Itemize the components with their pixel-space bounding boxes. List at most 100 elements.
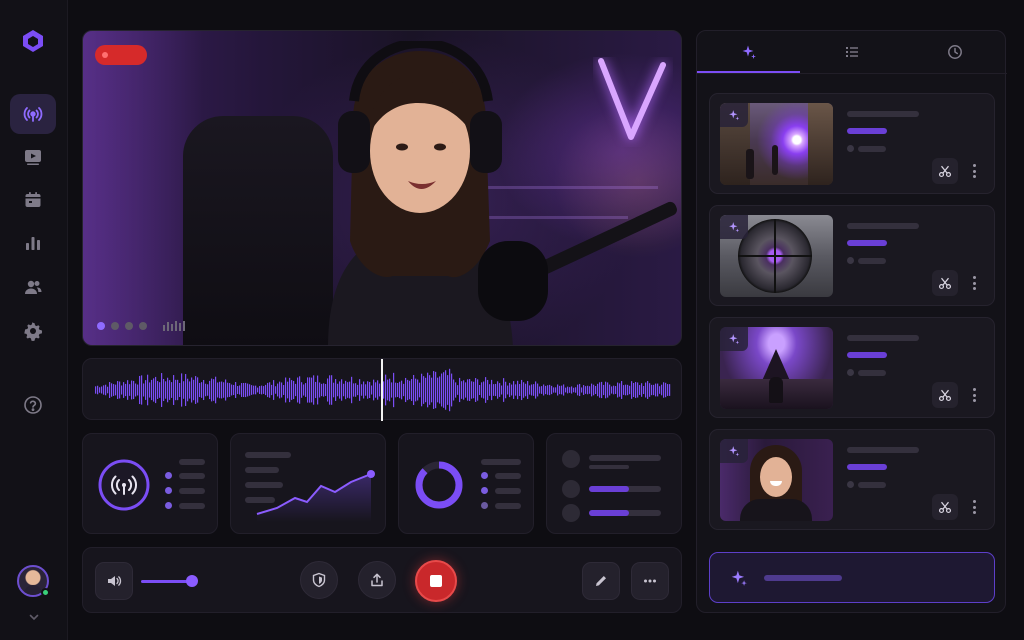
waveform-bar	[517, 380, 519, 400]
generate-highlights-button[interactable]	[709, 552, 995, 603]
waveform-bar	[573, 387, 575, 393]
waveform-bar	[283, 385, 285, 395]
waveform-bar	[449, 368, 451, 412]
scene-switcher	[97, 321, 185, 331]
tab-history[interactable]	[903, 31, 1006, 73]
scene-dot[interactable]	[111, 322, 119, 330]
clip-thumbnail-sniper-scope[interactable]	[720, 215, 833, 297]
waveform-bar	[605, 381, 607, 399]
clip-thumbnail-dark-castle[interactable]	[720, 327, 833, 409]
waveform-bar	[97, 385, 99, 395]
waveform-bar	[645, 382, 647, 398]
volume-slider-knob[interactable]	[186, 575, 198, 587]
ai-badge	[720, 215, 748, 239]
waveform-bar	[621, 381, 623, 399]
viewer-trend-card[interactable]	[230, 433, 386, 534]
clip-more-menu-button[interactable]	[972, 500, 976, 514]
microphone-image	[478, 241, 548, 321]
app-logo-icon[interactable]	[20, 28, 46, 54]
trim-clip-button[interactable]	[932, 494, 958, 520]
clip-more-menu-button[interactable]	[972, 164, 976, 178]
legend-dot	[165, 502, 172, 509]
moderation-button[interactable]	[300, 561, 338, 599]
thumb-figure	[746, 149, 754, 179]
stop-stream-button[interactable]	[415, 560, 457, 602]
clip-thumbnail-magic-blast[interactable]	[720, 103, 833, 185]
clip-thumbnail-streamer-reaction[interactable]	[720, 439, 833, 521]
waveform-bar	[451, 373, 453, 407]
waveform-bar	[111, 383, 113, 397]
scene-dot[interactable]	[97, 322, 105, 330]
waveform-bar	[357, 384, 359, 396]
waveform-bar	[651, 384, 653, 396]
timeline-playhead[interactable]	[381, 359, 383, 421]
waveform-bar	[221, 381, 223, 399]
stream-status-card[interactable]	[82, 433, 218, 534]
waveform-bar	[227, 382, 229, 398]
clip-title-placeholder	[847, 335, 919, 341]
sparkle-icon	[729, 110, 740, 121]
waveform-bar	[257, 387, 259, 393]
waveform-bar	[619, 383, 621, 397]
more-options-button[interactable]	[631, 562, 669, 600]
legend-dot	[481, 502, 488, 509]
waveform-bar	[175, 379, 177, 401]
waveform-bar	[563, 384, 565, 396]
progress-fill	[589, 486, 629, 492]
tab-list[interactable]	[800, 31, 903, 73]
meta-dot	[847, 257, 854, 264]
sidebar-item-live[interactable]	[10, 94, 56, 134]
sidebar-item-settings[interactable]	[10, 311, 56, 351]
scene-dot[interactable]	[139, 322, 147, 330]
engagement-donut-card[interactable]	[398, 433, 534, 534]
sidebar-item-audience[interactable]	[10, 267, 56, 307]
waveform-bar	[333, 382, 335, 398]
audio-waveform-timeline[interactable]	[82, 358, 682, 421]
waveform-bar	[135, 383, 137, 397]
waveform-bar	[549, 384, 551, 396]
waveform-bar	[443, 372, 445, 408]
waveform-bar	[501, 385, 503, 395]
waveform-bar	[639, 385, 641, 395]
trim-clip-button[interactable]	[932, 270, 958, 296]
waveform-bar	[597, 383, 599, 397]
waveform-bar	[181, 373, 183, 407]
clip-more-menu-button[interactable]	[972, 388, 976, 402]
waveform-bar	[133, 380, 135, 400]
waveform-graphic	[95, 368, 671, 412]
sparkle-icon	[729, 334, 740, 345]
sidebar-item-schedule[interactable]	[10, 180, 56, 220]
scene-dot[interactable]	[125, 322, 133, 330]
trim-clip-button[interactable]	[932, 158, 958, 184]
sidebar-item-analytics[interactable]	[10, 223, 56, 263]
waveform-bar	[445, 370, 447, 410]
tab-ai-highlights[interactable]	[697, 31, 800, 73]
legend-dot	[165, 472, 172, 479]
waveform-bar	[273, 380, 275, 400]
clip-more-menu-button[interactable]	[972, 276, 976, 290]
highlight-clip[interactable]	[709, 205, 995, 306]
highlight-clip[interactable]	[709, 93, 995, 194]
waveform-bar	[271, 384, 273, 396]
highlight-clip[interactable]	[709, 317, 995, 418]
highlight-clip[interactable]	[709, 429, 995, 530]
waveform-bar	[343, 383, 345, 397]
chat-activity-card[interactable]	[546, 433, 682, 534]
waveform-bar	[165, 381, 167, 399]
sidebar-item-videos[interactable]	[10, 137, 56, 177]
waveform-bar	[525, 383, 527, 397]
sidebar-item-help[interactable]	[10, 385, 56, 425]
neon-sign-image	[598, 58, 666, 140]
trim-clip-button[interactable]	[932, 382, 958, 408]
chevron-down-icon[interactable]	[27, 610, 41, 624]
waveform-bar	[375, 382, 377, 398]
stream-preview[interactable]	[82, 30, 682, 346]
volume-button[interactable]	[95, 562, 133, 600]
waveform-bar	[295, 383, 297, 397]
edit-button[interactable]	[582, 562, 620, 600]
stat-placeholder	[495, 488, 521, 494]
speaker-icon	[108, 576, 122, 586]
share-button[interactable]	[358, 561, 396, 599]
waveform-bar	[589, 386, 591, 394]
meta-dot	[847, 481, 854, 488]
